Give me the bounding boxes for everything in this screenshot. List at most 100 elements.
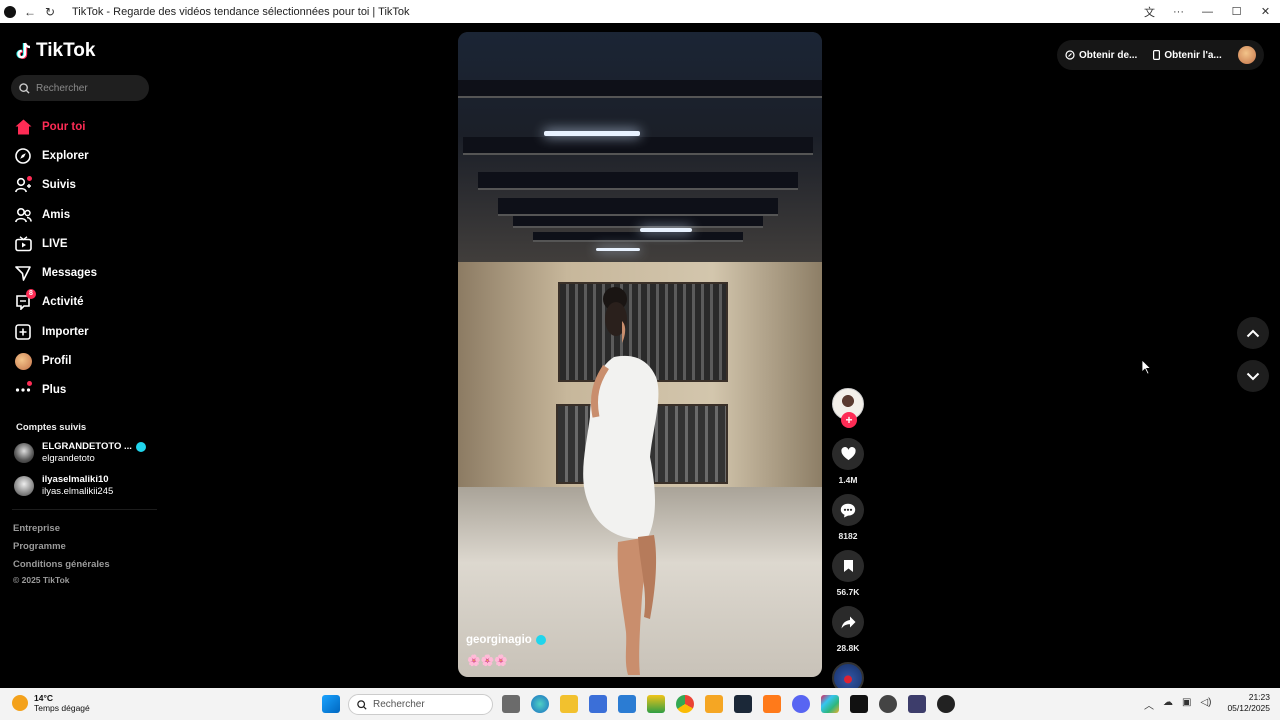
maximize-button[interactable]: ☐ <box>1222 5 1251 18</box>
nav-item-messages[interactable]: Messages <box>14 258 154 287</box>
ceiling-light <box>596 248 640 251</box>
nav-item-for-you[interactable]: Pour toi <box>14 112 154 141</box>
volume-icon[interactable]: ◁) <box>1200 697 1211 712</box>
followed-account-item[interactable]: ilyaselmaliki10 ilyas.elmalikii245 <box>14 474 159 498</box>
nav-label: Suivis <box>42 179 76 192</box>
search-box[interactable] <box>11 75 149 101</box>
app-icon[interactable] <box>647 695 665 713</box>
taskbar-clock[interactable]: 21:23 05/12/2025 <box>1222 692 1270 714</box>
task-view-icon[interactable] <box>502 695 520 713</box>
mail-icon[interactable] <box>618 695 636 713</box>
video-author-name: georginagio <box>466 634 532 646</box>
weather-condition: Temps dégagé <box>34 703 90 713</box>
taskbar-search[interactable]: Rechercher <box>348 694 493 715</box>
clock-date: 05/12/2025 <box>1227 703 1270 713</box>
comment-button[interactable] <box>832 494 864 526</box>
comment-count: 8182 <box>838 531 858 541</box>
chevron-up-icon[interactable]: ︿ <box>1144 697 1154 712</box>
network-icon[interactable]: ▣ <box>1182 697 1191 712</box>
app-icon[interactable] <box>908 695 926 713</box>
system-tray: ︿ ☁ ▣ ◁) <box>1144 697 1211 712</box>
translate-icon[interactable]: 文 <box>1135 4 1164 20</box>
nav-item-upload[interactable]: Importer <box>14 317 154 346</box>
video-player[interactable]: georginagio 🌸🌸🌸 <box>458 32 822 677</box>
tiktok-logo[interactable]: TikTok <box>16 40 95 62</box>
followed-accounts-title: Comptes suivis <box>16 422 87 433</box>
nav-item-more[interactable]: Plus <box>14 376 154 405</box>
window-title: TikTok - Regarde des vidéos tendance sél… <box>72 5 410 18</box>
nav-label: Messages <box>42 267 97 280</box>
nav-label: Amis <box>42 208 71 221</box>
footer-link-terms[interactable]: Conditions générales <box>13 559 110 570</box>
nav-item-explore[interactable]: Explorer <box>14 141 154 170</box>
footer-link-program[interactable]: Programme <box>13 541 66 552</box>
heart-icon <box>840 447 856 461</box>
follow-plus-icon[interactable]: + <box>841 412 857 428</box>
steam-icon[interactable] <box>734 695 752 713</box>
following-icon <box>14 176 32 194</box>
followed-account-item[interactable]: ELGRANDETOTO ... elgrandetoto <box>14 441 159 465</box>
nav-item-activity[interactable]: 8 Activité <box>14 288 154 317</box>
video-author[interactable]: georginagio <box>466 634 546 646</box>
ceiling-light <box>544 131 640 136</box>
back-icon[interactable]: ← <box>20 0 40 23</box>
avatar <box>14 476 34 496</box>
weather-temp: 14°C <box>34 693 53 703</box>
account-display-name: ilyaselmaliki10 <box>42 474 109 485</box>
author-avatar[interactable]: + <box>832 388 864 428</box>
reload-icon[interactable]: ↻ <box>40 0 60 23</box>
top-right-bar: Obtenir de... Obtenir l'a... <box>1057 40 1264 70</box>
get-app-button[interactable]: Obtenir l'a... <box>1153 49 1222 61</box>
get-app-label: Obtenir l'a... <box>1164 49 1222 61</box>
save-count: 56.7K <box>836 587 860 597</box>
slack-icon[interactable] <box>821 695 839 713</box>
nav-item-profile[interactable]: Profil <box>14 346 154 375</box>
ceiling-beam <box>478 172 798 190</box>
media-player-icon[interactable] <box>937 695 955 713</box>
edge-browser-icon[interactable] <box>531 695 549 713</box>
menu-dots-icon[interactable]: ··· <box>1164 6 1193 18</box>
nav-item-live[interactable]: LIVE <box>14 229 154 258</box>
avatar <box>14 443 34 463</box>
tiktok-taskbar-icon[interactable] <box>850 695 868 713</box>
video-frame-ceiling <box>458 32 822 292</box>
nav-label: LIVE <box>42 237 68 250</box>
friends-icon <box>14 206 32 224</box>
share-button[interactable] <box>832 606 864 638</box>
video-figure <box>583 287 659 675</box>
app-icon[interactable] <box>763 695 781 713</box>
nav-label: Activité <box>42 296 84 309</box>
search-input[interactable] <box>36 82 136 94</box>
moon-icon <box>12 695 28 711</box>
windows-start-icon[interactable] <box>322 695 340 713</box>
close-button[interactable]: ✕ <box>1251 5 1280 18</box>
ceiling-beam <box>533 232 743 242</box>
more-icon <box>14 381 32 399</box>
app-icon[interactable] <box>705 695 723 713</box>
nav-item-friends[interactable]: Amis <box>14 200 154 229</box>
ceiling-beam <box>513 216 763 228</box>
verified-icon <box>135 442 146 452</box>
previous-video-button[interactable] <box>1237 317 1269 349</box>
verified-icon <box>535 635 546 645</box>
get-coins-button[interactable]: Obtenir de... <box>1065 50 1137 61</box>
account-handle: ilyas.elmalikii245 <box>42 486 114 497</box>
taskbar-search-placeholder: Rechercher <box>373 699 425 710</box>
app-icon[interactable] <box>879 695 897 713</box>
microsoft-store-icon[interactable] <box>589 695 607 713</box>
nav-item-following[interactable]: Suivis <box>14 171 154 200</box>
cloud-icon[interactable]: ☁ <box>1163 697 1173 712</box>
next-video-button[interactable] <box>1237 360 1269 392</box>
minimize-button[interactable]: — <box>1193 6 1222 18</box>
chrome-icon[interactable] <box>676 695 694 713</box>
file-explorer-icon[interactable] <box>560 695 578 713</box>
like-button[interactable] <box>832 438 864 470</box>
user-avatar[interactable] <box>1238 46 1256 64</box>
save-button[interactable] <box>832 550 864 582</box>
weather-widget[interactable]: 14°C Temps dégagé <box>12 693 90 713</box>
tiktok-app: TikTok Pour toi Explorer <box>0 23 1280 694</box>
discord-icon[interactable] <box>792 695 810 713</box>
nav-label: Explorer <box>42 149 89 162</box>
windows-taskbar: 14°C Temps dégagé Rechercher ︿ ☁ ▣ ◁) 21… <box>0 688 1280 720</box>
footer-link-business[interactable]: Entreprise <box>13 523 60 534</box>
